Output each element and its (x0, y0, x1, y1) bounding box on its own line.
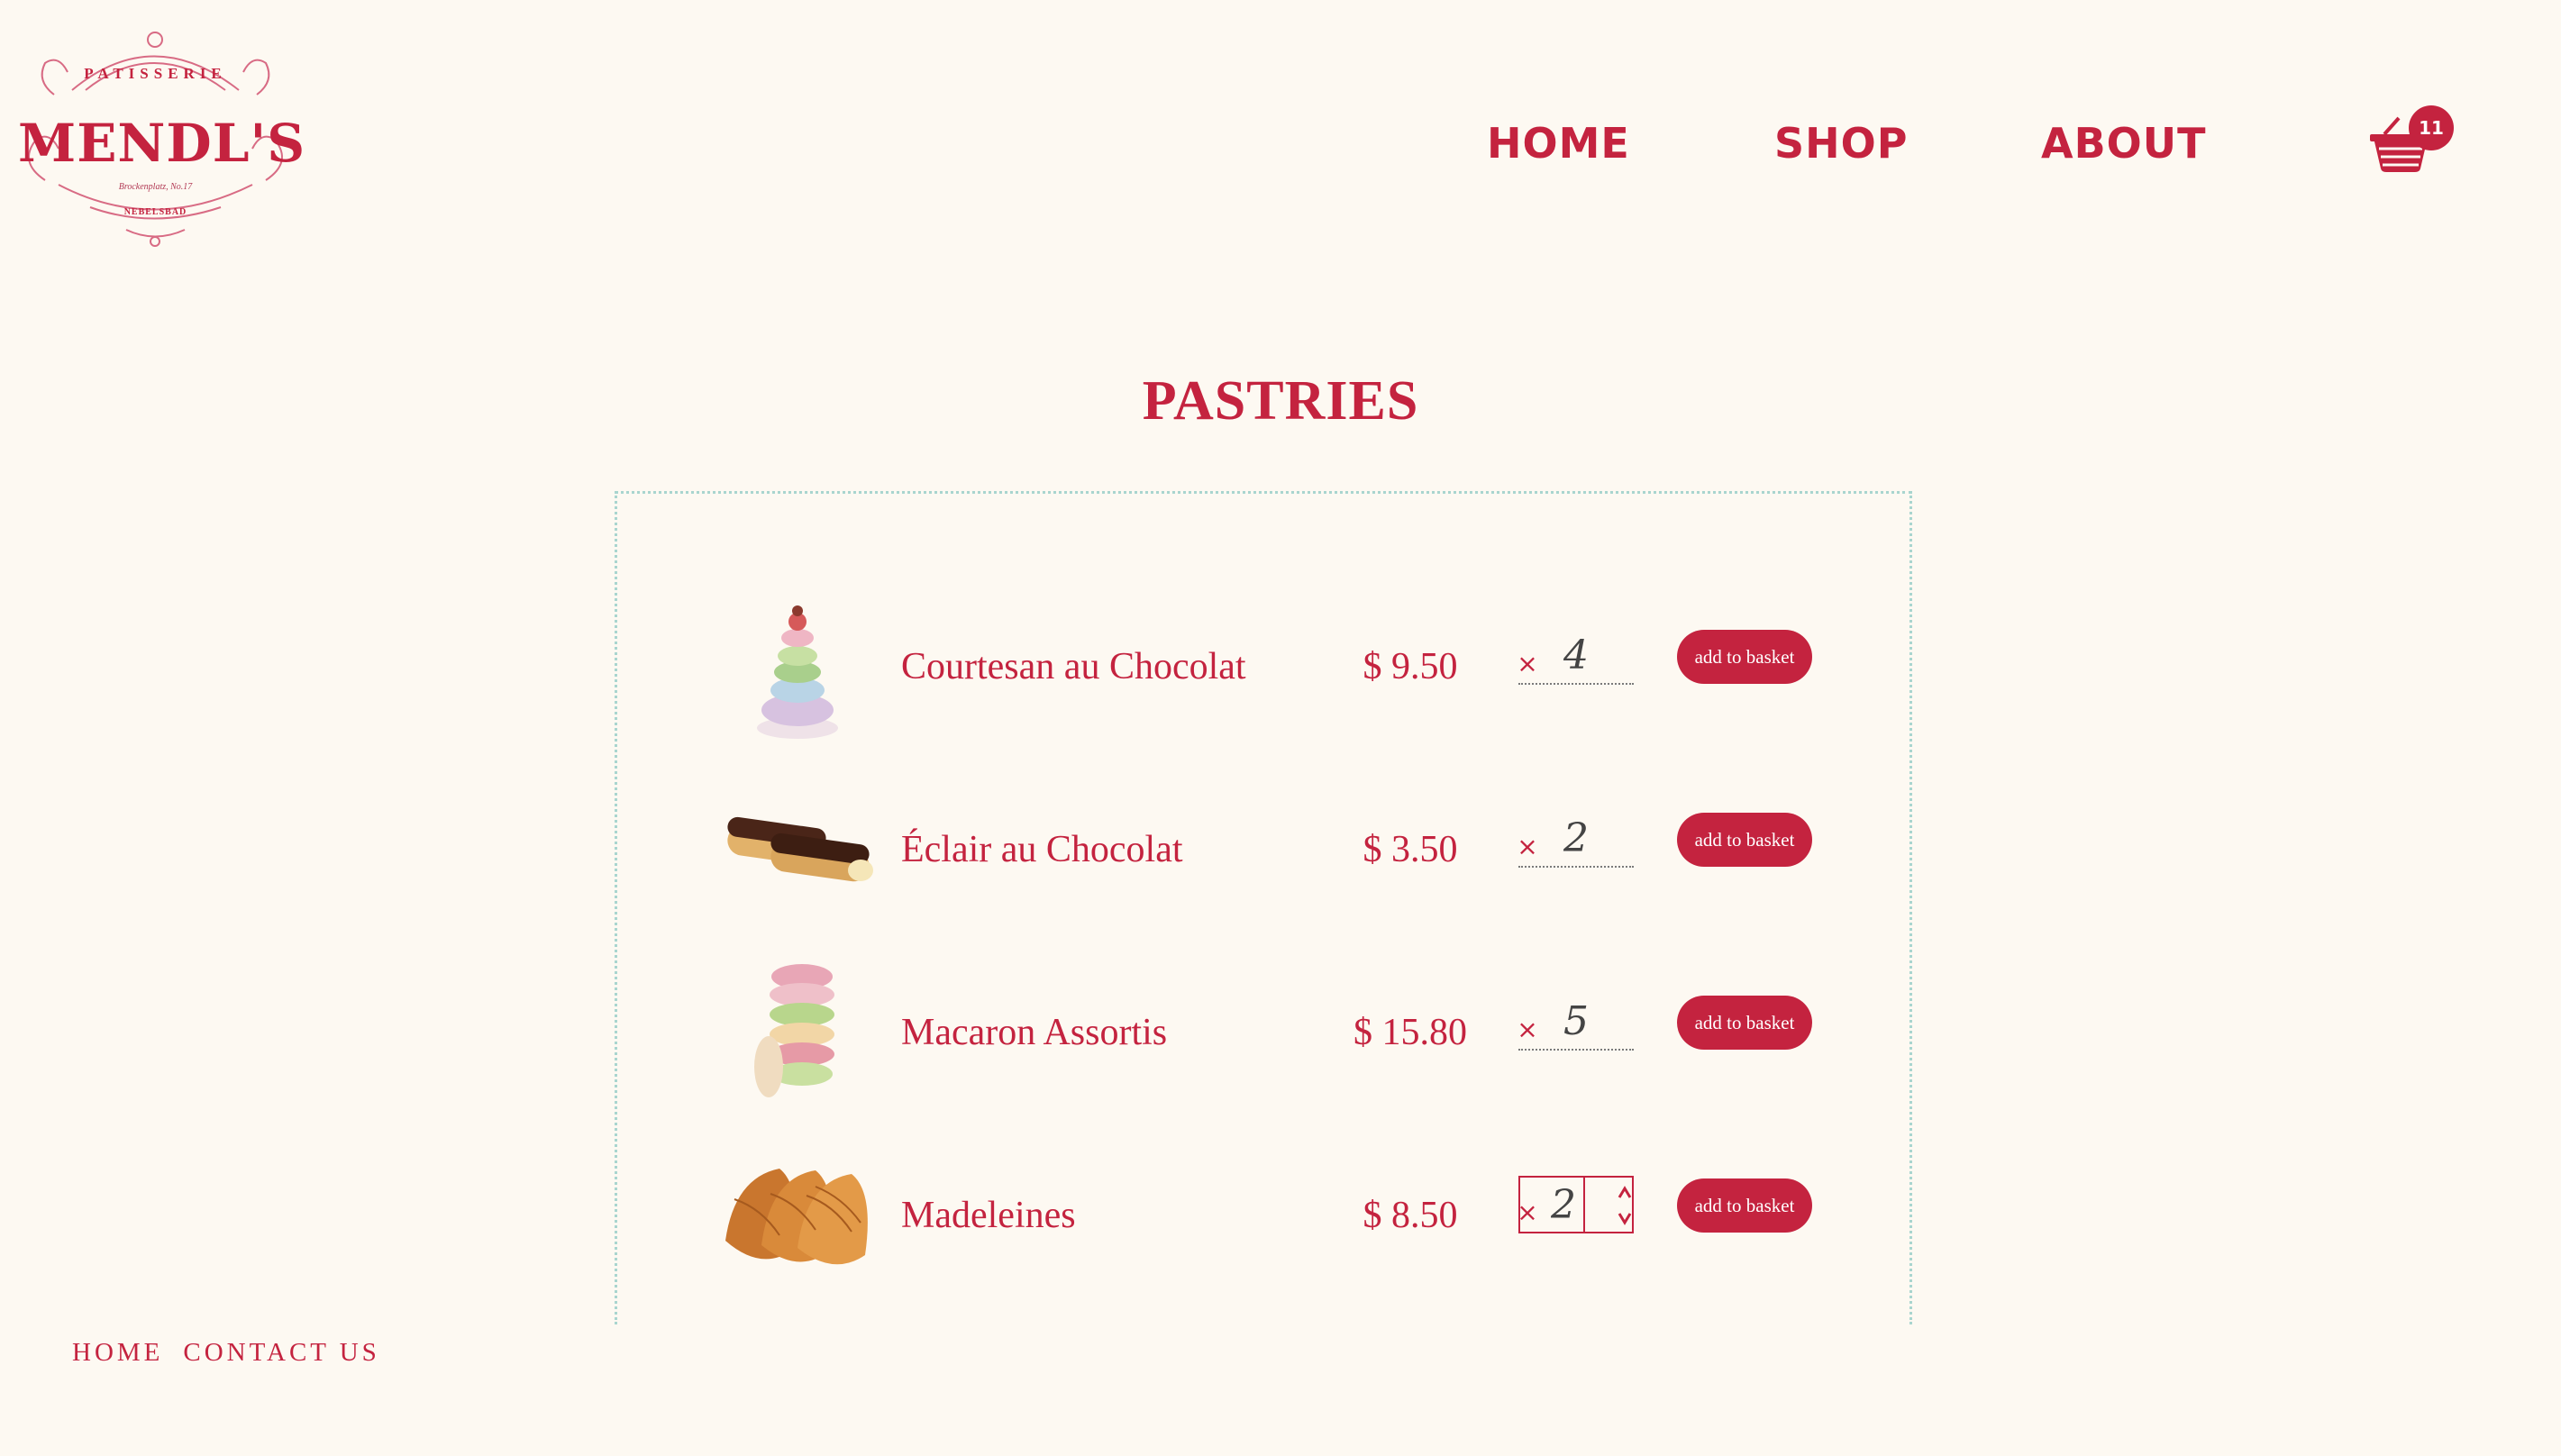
quantity-stepper[interactable] (1583, 1176, 1634, 1233)
nav-about-link[interactable]: ABOUT (2041, 119, 2207, 168)
madeleine-image (716, 1142, 879, 1295)
add-to-basket-button[interactable]: add to basket (1677, 813, 1812, 867)
product-row: Macaron Assortis $ 15.80 × add to basket (617, 959, 1909, 1112)
brand-logo[interactable]: PATISSERIE MENDL'S Brockenplatz, No.17 N… (18, 27, 306, 248)
logo-title: MENDL'S (18, 113, 306, 174)
footer-home-link[interactable]: HOME (72, 1338, 163, 1368)
product-name: Macaron Assortis (901, 1012, 1168, 1053)
cart-count-badge: 11 (2409, 105, 2454, 150)
footer-nav: HOME CONTACT US (72, 1338, 380, 1368)
product-name: Courtesan au Chocolat (901, 646, 1246, 687)
quantity-input[interactable] (1518, 810, 1634, 868)
product-price: $ 9.50 (1363, 646, 1458, 687)
add-to-basket-button[interactable]: add to basket (1677, 1178, 1812, 1233)
macaron-image (716, 959, 879, 1112)
logo-top-text: PATISSERIE (84, 65, 227, 82)
courtesan-image (716, 593, 879, 746)
product-price: $ 15.80 (1353, 1012, 1467, 1053)
product-row: Madeleines $ 8.50 × add to basket (617, 1142, 1909, 1295)
product-name: Éclair au Chocolat (901, 829, 1183, 870)
product-price: $ 3.50 (1363, 829, 1458, 870)
nav-shop-link[interactable]: SHOP (1774, 119, 1908, 168)
footer-contact-link[interactable]: CONTACT US (183, 1338, 379, 1368)
page: PATISSERIE MENDL'S Brockenplatz, No.17 N… (0, 0, 2561, 1456)
stepper-arrows-icon (1618, 1186, 1632, 1225)
quantity-input[interactable] (1518, 627, 1634, 685)
nav-home-link[interactable]: HOME (1487, 119, 1630, 168)
product-price: $ 8.50 (1363, 1195, 1458, 1236)
product-row: Courtesan au Chocolat $ 9.50 × add to ba… (617, 593, 1909, 746)
product-list: Courtesan au Chocolat $ 9.50 × add to ba… (615, 491, 1912, 1324)
product-row: Éclair au Chocolat $ 3.50 × add to baske… (617, 776, 1909, 929)
add-to-basket-button[interactable]: add to basket (1677, 630, 1812, 684)
page-title: PASTRIES (1142, 370, 1419, 432)
add-to-basket-button[interactable]: add to basket (1677, 996, 1812, 1050)
logo-city: NEBELSBAD (123, 207, 187, 217)
logo-address: Brockenplatz, No.17 (118, 182, 193, 192)
cart-button[interactable]: 11 (2368, 104, 2458, 176)
eclair-image (716, 776, 879, 929)
quantity-input[interactable] (1518, 993, 1634, 1051)
product-name: Madeleines (901, 1195, 1076, 1236)
